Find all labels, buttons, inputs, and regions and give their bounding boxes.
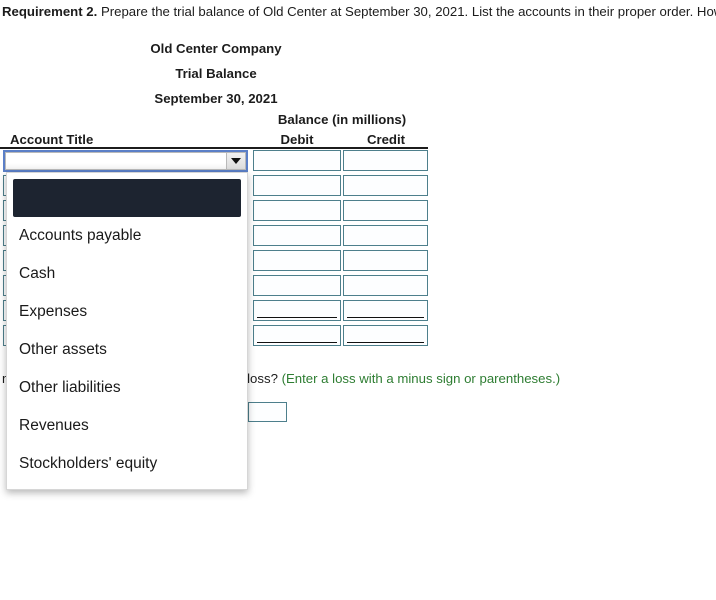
statement-name: Trial Balance	[175, 66, 257, 81]
debit-cell-2	[253, 175, 341, 196]
debit-cell-1	[253, 150, 341, 171]
dropdown-option-other-liabilities[interactable]: Other liabilities	[7, 369, 247, 407]
dropdown-option-stockholders-equity[interactable]: Stockholders' equity	[7, 445, 247, 483]
credit-cell-1	[343, 150, 428, 171]
credit-cell-8-total	[343, 325, 428, 346]
debit-input-4[interactable]	[253, 225, 341, 246]
credit-input-6[interactable]	[343, 275, 428, 296]
requirement-text: Prepare the trial balance of Old Center …	[97, 4, 716, 19]
select-face[interactable]	[5, 152, 246, 170]
credit-input-7[interactable]	[343, 300, 428, 321]
requirement-statement: Requirement 2. Prepare the trial balance…	[2, 4, 716, 20]
debit-cell-5	[253, 250, 341, 271]
debit-input-5[interactable]	[253, 250, 341, 271]
debit-input-3[interactable]	[253, 200, 341, 221]
debit-input-6[interactable]	[253, 275, 341, 296]
credit-input-3[interactable]	[343, 200, 428, 221]
debit-input-1[interactable]	[253, 150, 341, 171]
column-header-credit: Credit	[366, 132, 406, 147]
debit-cell-6	[253, 275, 341, 296]
credit-input-2[interactable]	[343, 175, 428, 196]
dropdown-option-blank-selected[interactable]	[13, 179, 241, 217]
column-header-balance-group: Balance (in millions)	[277, 112, 407, 127]
credit-input-4[interactable]	[343, 225, 428, 246]
dropdown-option-other-assets[interactable]: Other assets	[7, 331, 247, 369]
net-income-hint: (Enter a loss with a minus sign or paren…	[281, 371, 561, 386]
dropdown-option-expenses[interactable]: Expenses	[7, 293, 247, 331]
table-column-headers: Balance (in millions) Account Title Debi…	[0, 112, 432, 147]
statement-date: September 30, 2021	[154, 91, 278, 106]
debit-input-8[interactable]	[253, 325, 341, 346]
credit-input-1[interactable]	[343, 150, 428, 171]
credit-cell-3	[343, 200, 428, 221]
chevron-down-icon[interactable]	[226, 153, 245, 169]
debit-input-7[interactable]	[253, 300, 341, 321]
account-title-dropdown-list[interactable]: Accounts payable Cash Expenses Other ass…	[6, 172, 248, 490]
column-header-account-title: Account Title	[10, 132, 94, 147]
dropdown-option-accounts-payable[interactable]: Accounts payable	[7, 217, 247, 255]
account-title-select-1[interactable]	[3, 150, 248, 172]
credit-cell-7-subtotal	[343, 300, 428, 321]
requirement-label: Requirement 2.	[2, 4, 98, 19]
header-rule-divider	[0, 147, 428, 149]
debit-cell-3	[253, 200, 341, 221]
debit-cell-4	[253, 225, 341, 246]
credit-input-5[interactable]	[343, 250, 428, 271]
credit-input-8[interactable]	[343, 325, 428, 346]
credit-cell-2	[343, 175, 428, 196]
company-name: Old Center Company	[150, 41, 282, 56]
credit-cell-6	[343, 275, 428, 296]
credit-cell-4	[343, 225, 428, 246]
debit-input-2[interactable]	[253, 175, 341, 196]
credit-cell-5	[343, 250, 428, 271]
debit-cell-8-total	[253, 325, 341, 346]
debit-cell-7-subtotal	[253, 300, 341, 321]
dropdown-option-revenues[interactable]: Revenues	[7, 407, 247, 445]
trial-balance-heading: Old Center Company Trial Balance Septemb…	[0, 36, 432, 111]
dropdown-option-cash[interactable]: Cash	[7, 255, 247, 293]
net-income-answer-input[interactable]	[248, 402, 287, 422]
column-header-debit: Debit	[280, 132, 314, 147]
